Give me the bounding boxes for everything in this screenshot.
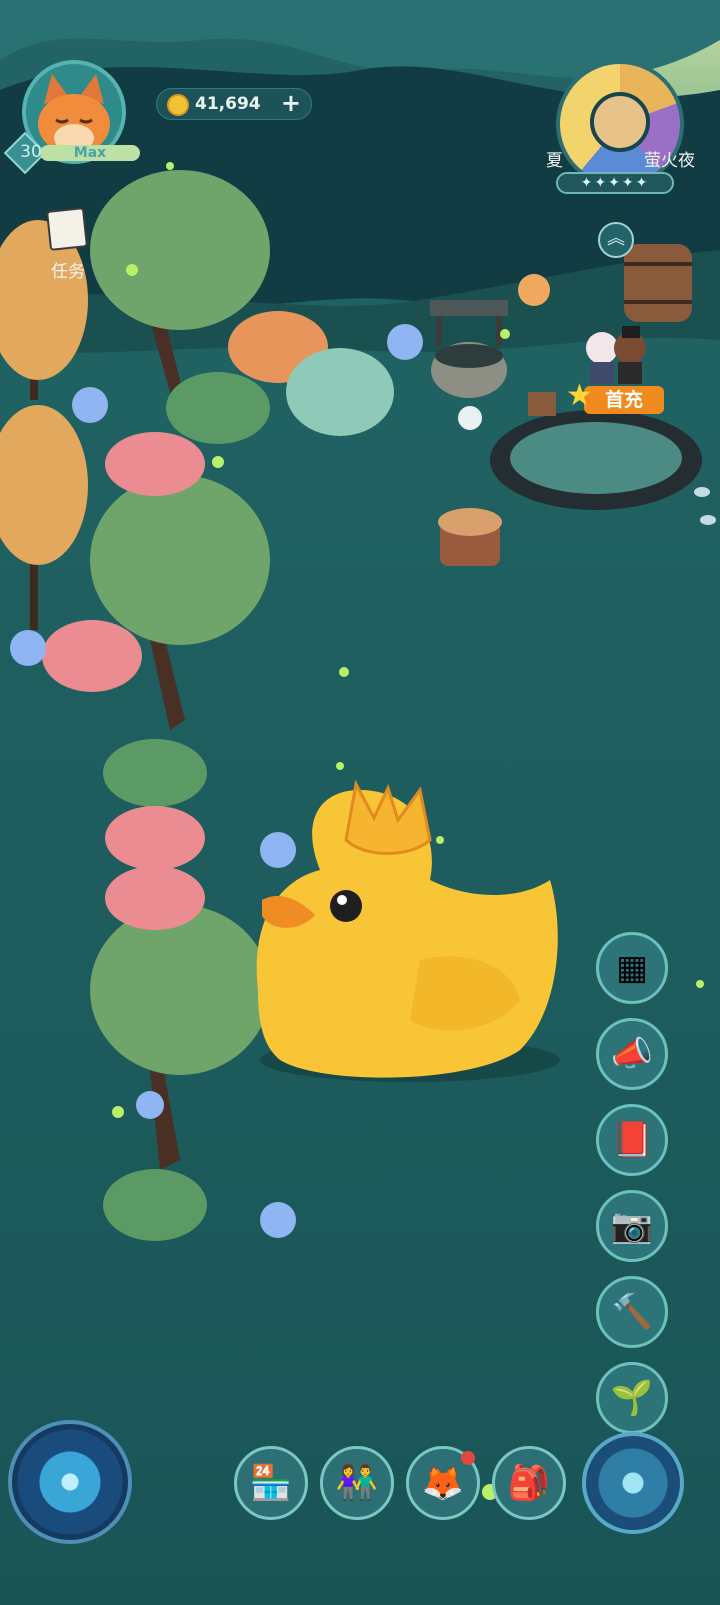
stone-well (430, 300, 508, 398)
planting-button[interactable]: 🌱 (596, 1362, 668, 1434)
hammer-icon: 🔨 (610, 1292, 654, 1332)
expand-up-button[interactable]: ︽ (598, 222, 634, 258)
first-charge-button[interactable]: 首充 ★ (566, 318, 666, 418)
pet-button[interactable]: 🦊 (406, 1446, 480, 1520)
task-label: 任务 (51, 262, 85, 282)
task-button[interactable]: 任务 (40, 205, 96, 282)
tree-stump (438, 508, 502, 566)
flower-book-icon: 📕 (610, 1120, 654, 1160)
chevron-up-icon: ︽ (607, 228, 625, 249)
build-button[interactable]: 🔨 (596, 1276, 668, 1348)
friends-button[interactable]: 👫 (320, 1446, 394, 1520)
season-label: 夏 (546, 151, 563, 171)
camera-button[interactable]: 📷 (596, 1190, 668, 1262)
camera-icon: 📷 (610, 1206, 654, 1246)
first-charge-label: 首充 (584, 386, 664, 414)
magic-circle-button[interactable] (8, 1420, 132, 1544)
event-label: 萤火夜 (644, 151, 695, 171)
announcement-button[interactable]: 📣 (596, 1018, 668, 1090)
shop-button[interactable]: 🏪 (234, 1446, 308, 1520)
level-badge: Max 30 (3, 131, 140, 175)
wooden-barrel (624, 244, 692, 322)
level-status: Max (40, 145, 140, 161)
megaphone-icon: 📣 (610, 1034, 654, 1074)
apps-button[interactable]: ▦ (596, 932, 668, 1004)
star-icon: ★ (566, 378, 593, 413)
notification-dot (461, 1451, 475, 1465)
backpack-button[interactable]: 🎒 (492, 1446, 566, 1520)
sprout-icon: 🌱 (610, 1378, 654, 1418)
coin-counter: 41,694 + (156, 88, 312, 120)
friends-icon: 👫 (335, 1463, 379, 1503)
apps-grid-icon: ▦ (615, 948, 649, 988)
orange-flower (518, 274, 550, 306)
add-coins-button[interactable]: + (281, 89, 301, 117)
shop-icon: 🏪 (249, 1463, 293, 1503)
compass-button[interactable] (582, 1432, 684, 1534)
collection-book-button[interactable]: 📕 (596, 1104, 668, 1176)
coin-icon (167, 94, 189, 116)
season-stars: ✦✦✦✦✦ (556, 172, 674, 194)
backpack-icon: 🎒 (507, 1463, 551, 1503)
level-number: 30 (20, 142, 42, 162)
task-list-icon (46, 207, 88, 251)
coin-amount: 41,694 (195, 94, 261, 114)
moon-icon (590, 92, 650, 152)
season-dial[interactable]: 夏 萤火夜 ✦✦✦✦✦ (546, 54, 696, 204)
